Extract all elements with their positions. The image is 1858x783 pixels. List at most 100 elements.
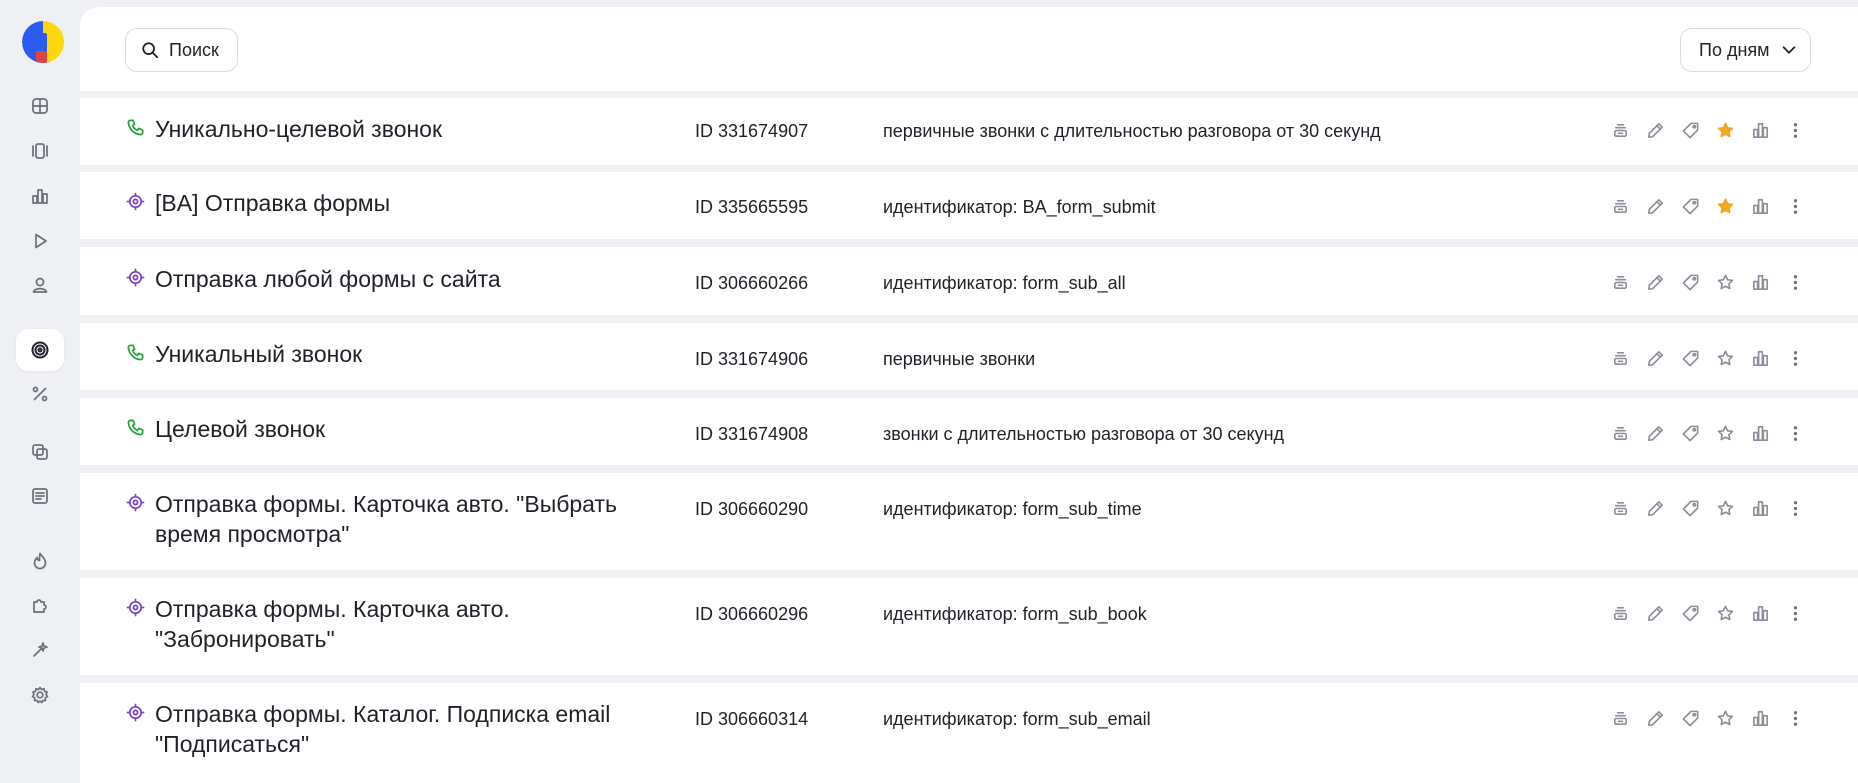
dashboard-icon — [32, 98, 48, 114]
edit-button[interactable] — [1638, 116, 1673, 144]
more-button[interactable] — [1778, 494, 1813, 522]
goal-row[interactable]: Отправка любой формы с сайта ID 306660266… — [80, 247, 1858, 315]
goal-name[interactable]: Отправка любой формы с сайта — [155, 264, 635, 294]
more-vertical-icon — [1793, 425, 1798, 441]
goal-name[interactable]: Уникальный звонок — [155, 339, 635, 369]
favorite-button[interactable] — [1708, 116, 1743, 144]
report-button[interactable] — [1743, 494, 1778, 522]
edit-button[interactable] — [1638, 268, 1673, 296]
bar-chart-icon — [32, 189, 48, 204]
goal-row[interactable]: Отправка формы. Карточка авто. "Выбрать … — [80, 473, 1858, 570]
magic-icon — [33, 642, 48, 657]
archive-button[interactable] — [1603, 494, 1638, 522]
tag-button[interactable] — [1673, 192, 1708, 220]
more-button[interactable] — [1778, 344, 1813, 372]
edit-button[interactable] — [1638, 704, 1673, 732]
goal-target-icon — [125, 597, 145, 617]
tag-button[interactable] — [1673, 494, 1708, 522]
archive-button[interactable] — [1603, 192, 1638, 220]
more-button[interactable] — [1778, 704, 1813, 732]
star-icon — [1717, 350, 1734, 365]
sidebar-item-layers[interactable] — [16, 431, 64, 473]
goal-row[interactable]: Уникально-целевой звонок ID 331674907 перв… — [80, 98, 1858, 165]
sidebar-item-magic[interactable] — [16, 629, 64, 671]
goal-row[interactable]: Целевой звонок ID 331674908 звонки с длите… — [80, 398, 1858, 465]
edit-button[interactable] — [1638, 599, 1673, 627]
tag-button[interactable] — [1673, 268, 1708, 296]
goal-name[interactable]: Отправка формы. Каталог. Подписка email … — [155, 699, 635, 759]
favorite-button[interactable] — [1708, 268, 1743, 296]
archive-button[interactable] — [1603, 419, 1638, 447]
goal-row[interactable]: [BA] Отправка формы ID 335665595 идентифик… — [80, 172, 1858, 239]
archive-icon — [1613, 426, 1628, 440]
sidebar-item-target[interactable] — [16, 329, 64, 371]
more-button[interactable] — [1778, 419, 1813, 447]
more-button[interactable] — [1778, 192, 1813, 220]
goal-row[interactable]: Отправка формы. Карточка авто. "Забронир… — [80, 578, 1858, 675]
more-button[interactable] — [1778, 116, 1813, 144]
goal-id: ID 306660266 — [695, 273, 809, 293]
tag-button[interactable] — [1673, 344, 1708, 372]
tag-button[interactable] — [1673, 704, 1708, 732]
sidebar-item-fire[interactable] — [16, 540, 64, 582]
search-button[interactable]: Поиск — [125, 28, 238, 72]
favorite-button[interactable] — [1708, 494, 1743, 522]
search-label: Поиск — [169, 39, 219, 60]
goal-name[interactable]: Уникально-целевой звонок — [155, 114, 635, 144]
sidebar-item-bar-chart[interactable] — [16, 175, 64, 217]
tag-button[interactable] — [1673, 419, 1708, 447]
goal-name[interactable]: Отправка формы. Карточка авто. "Забронир… — [155, 594, 635, 654]
goal-description: идентификатор: form_sub_email — [883, 709, 1151, 729]
sidebar-item-gear[interactable] — [16, 674, 64, 716]
period-select[interactable]: По дням — [1680, 28, 1811, 72]
edit-button[interactable] — [1638, 419, 1673, 447]
sidebar-item-user[interactable] — [16, 264, 64, 306]
report-button[interactable] — [1743, 599, 1778, 627]
metrica-logo[interactable] — [22, 21, 64, 63]
pencil-icon — [1648, 274, 1663, 290]
goal-target-icon — [125, 492, 145, 512]
sidebar-item-percent[interactable] — [16, 373, 64, 415]
report-button[interactable] — [1743, 268, 1778, 296]
goal-name[interactable]: [BA] Отправка формы — [155, 188, 635, 218]
target-icon — [31, 341, 49, 359]
favorite-button[interactable] — [1708, 599, 1743, 627]
carousel-icon — [32, 143, 48, 159]
more-vertical-icon — [1793, 350, 1798, 366]
edit-button[interactable] — [1638, 494, 1673, 522]
archive-button[interactable] — [1603, 704, 1638, 732]
goal-name[interactable]: Отправка формы. Карточка авто. "Выбрать … — [155, 489, 635, 549]
archive-button[interactable] — [1603, 599, 1638, 627]
sidebar-item-carousel[interactable] — [16, 130, 64, 172]
edit-button[interactable] — [1638, 192, 1673, 220]
favorite-button[interactable] — [1708, 419, 1743, 447]
favorite-button[interactable] — [1708, 344, 1743, 372]
more-button[interactable] — [1778, 599, 1813, 627]
tag-button[interactable] — [1673, 599, 1708, 627]
sidebar-item-news[interactable] — [16, 475, 64, 517]
report-button[interactable] — [1743, 192, 1778, 220]
goal-row[interactable]: Отправка формы. Каталог. Подписка email … — [80, 683, 1858, 783]
more-vertical-icon — [1793, 122, 1798, 138]
more-button[interactable] — [1778, 268, 1813, 296]
archive-button[interactable] — [1603, 268, 1638, 296]
sidebar-item-puzzle[interactable] — [16, 584, 64, 626]
favorite-button[interactable] — [1708, 192, 1743, 220]
search-icon — [142, 42, 159, 59]
tag-button[interactable] — [1673, 116, 1708, 144]
goal-name[interactable]: Целевой звонок — [155, 414, 635, 444]
report-button[interactable] — [1743, 116, 1778, 144]
goal-actions — [1603, 268, 1813, 296]
report-button[interactable] — [1743, 344, 1778, 372]
edit-button[interactable] — [1638, 344, 1673, 372]
report-button[interactable] — [1743, 419, 1778, 447]
favorite-button[interactable] — [1708, 704, 1743, 732]
chevron-down-icon — [1782, 46, 1795, 54]
goal-row[interactable]: Уникальный звонок ID 331674906 первичные з… — [80, 323, 1858, 390]
sidebar-item-play[interactable] — [16, 220, 64, 262]
archive-button[interactable] — [1603, 116, 1638, 144]
archive-button[interactable] — [1603, 344, 1638, 372]
report-button[interactable] — [1743, 704, 1778, 732]
star-icon — [1717, 710, 1734, 725]
sidebar-item-dashboard[interactable] — [16, 85, 64, 127]
